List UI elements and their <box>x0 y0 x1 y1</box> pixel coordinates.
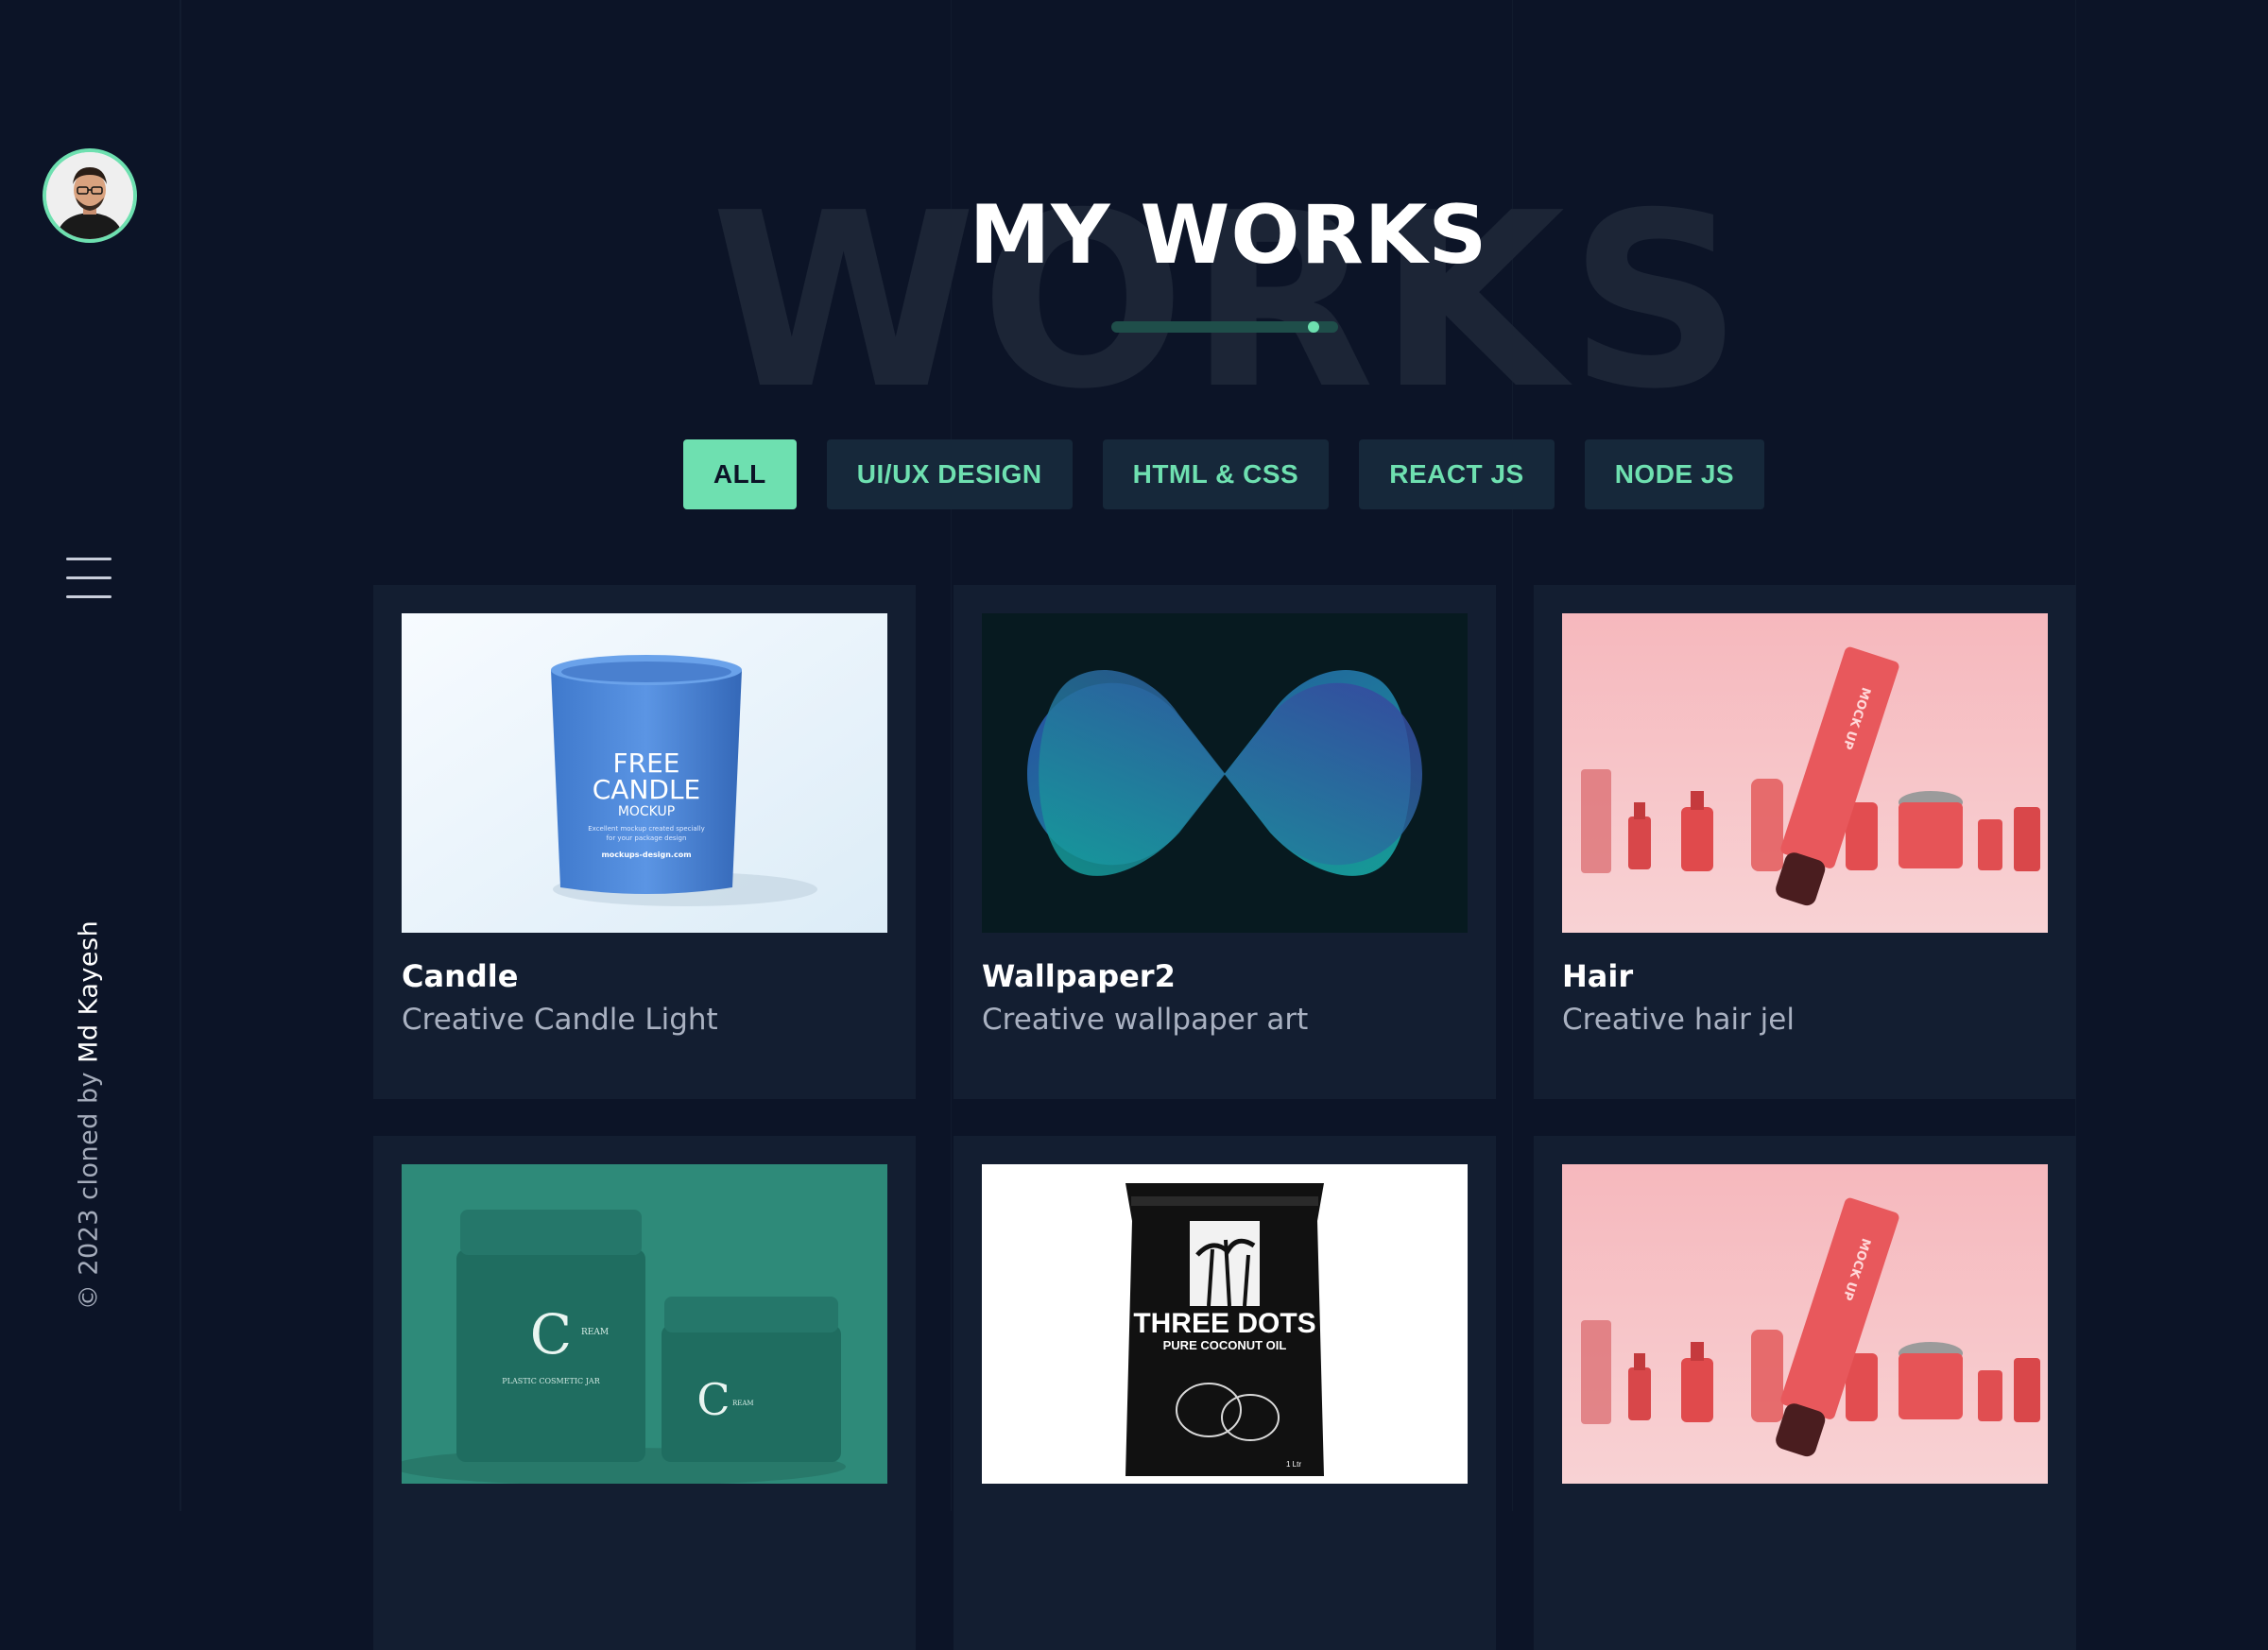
jar-line: PLASTIC COSMETIC JAR <box>502 1377 600 1385</box>
menu-bar <box>66 576 112 579</box>
filter-html-css[interactable]: HTML & CSS <box>1102 439 1330 509</box>
work-thumbnail[interactable]: MOCK UP <box>1562 613 2048 933</box>
work-subtitle: Creative Candle Light <box>402 1003 718 1037</box>
candle-label-line: MOCKUP <box>618 804 675 819</box>
title-underline <box>1111 321 1338 333</box>
profile-avatar[interactable] <box>43 148 137 243</box>
filter-node-js[interactable]: NODE JS <box>1584 439 1765 509</box>
avatar-portrait-icon <box>46 152 133 239</box>
underline-dot <box>1308 321 1319 333</box>
coconut-oil-pouch-image: THREE DOTS PURE COCONUT OIL 1 Ltr <box>982 1164 1468 1484</box>
candle-label-line: CANDLE <box>593 774 701 805</box>
work-title: Wallpaper2 <box>982 958 1176 994</box>
jar-logo: C <box>696 1374 730 1425</box>
section-heading: WORKS MY WORKS <box>662 161 1796 444</box>
sidebar: © 2023 cloned by Md Kayesh <box>0 0 181 1511</box>
credit-prefix: © 2023 cloned by <box>74 1062 104 1311</box>
work-thumbnail[interactable]: MOCK UP <box>1562 1164 2048 1484</box>
work-thumbnail[interactable]: FREE CANDLE MOCKUP Excellent mockup crea… <box>402 613 887 933</box>
candle-label-line: Excellent mockup created specially <box>588 825 705 833</box>
cosmetic-tube-image: MOCK UP <box>1562 613 2048 933</box>
work-thumbnail[interactable] <box>982 613 1468 933</box>
work-thumbnail[interactable]: C REAM PLASTIC COSMETIC JAR C REAM <box>402 1164 887 1484</box>
work-card-tube[interactable]: MOCK UP <box>1534 1136 2076 1650</box>
work-card-cream[interactable]: C REAM PLASTIC COSMETIC JAR C REAM <box>373 1136 916 1650</box>
pouch-volume: 1 Ltr <box>1286 1460 1301 1469</box>
candle-label-line: mockups-design.com <box>601 851 691 859</box>
work-card-candle[interactable]: FREE CANDLE MOCKUP Excellent mockup crea… <box>373 585 916 1099</box>
credit-author: Md Kayesh <box>74 920 104 1063</box>
menu-bar <box>66 595 112 598</box>
copyright-credit: © 2023 cloned by Md Kayesh <box>75 920 104 1310</box>
cosmetic-tube-image: MOCK UP <box>1562 1164 2048 1484</box>
jar-brand: REAM <box>581 1328 609 1337</box>
filter-all[interactable]: ALL <box>682 439 797 509</box>
filter-ui-ux-design[interactable]: UI/UX DESIGN <box>826 439 1073 509</box>
work-subtitle: Creative hair jel <box>1562 1003 1795 1037</box>
work-card-wallpaper2[interactable]: Wallpaper2 Creative wallpaper art <box>954 585 1496 1099</box>
pouch-brand: THREE DOTS <box>1133 1308 1315 1339</box>
jar-logo: C <box>530 1302 572 1366</box>
candle-label-line: for your package design <box>607 834 687 842</box>
menu-bar <box>66 558 112 560</box>
menu-icon[interactable] <box>66 558 112 599</box>
pouch-product: PURE COCONUT OIL <box>1163 1338 1287 1352</box>
filter-tabs: ALL UI/UX DESIGN HTML & CSS REACT JS NOD… <box>0 439 2268 509</box>
page-title: MY WORKS <box>969 188 1488 283</box>
work-title: Hair <box>1562 958 1634 994</box>
candle-mockup-image: FREE CANDLE MOCKUP Excellent mockup crea… <box>402 613 887 933</box>
cream-jars-image: C REAM PLASTIC COSMETIC JAR C REAM <box>402 1164 887 1484</box>
work-subtitle: Creative wallpaper art <box>982 1003 1309 1037</box>
jar-brand: REAM <box>732 1400 754 1407</box>
work-card-hair[interactable]: MOCK UP Hair Creative hair jel <box>1534 585 2076 1099</box>
filter-react-js[interactable]: REACT JS <box>1359 439 1555 509</box>
work-card-coconut[interactable]: THREE DOTS PURE COCONUT OIL 1 Ltr <box>954 1136 1496 1650</box>
work-title: Candle <box>402 958 519 994</box>
infinity-wallpaper-image <box>982 613 1468 933</box>
work-thumbnail[interactable]: THREE DOTS PURE COCONUT OIL 1 Ltr <box>982 1164 1468 1484</box>
